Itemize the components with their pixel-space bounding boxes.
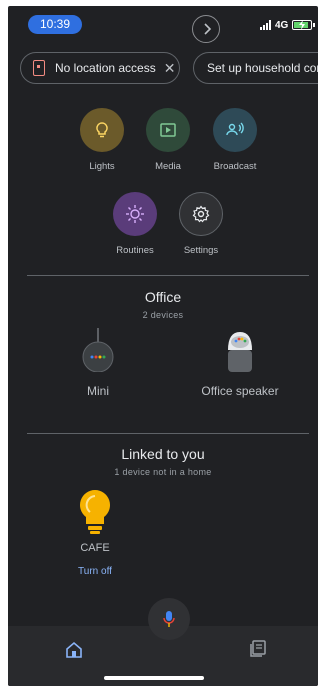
linked-subtitle: 1 device not in a home [114,467,212,477]
section-title-linked: Linked to you [121,446,205,462]
divider [27,433,309,434]
turn-off-button[interactable]: Turn off [70,566,120,577]
microphone-button[interactable] [148,598,190,640]
device-label-cafe: CAFE [80,542,110,554]
settings-label: Settings [183,245,219,256]
status-indicators: 4G [260,18,316,32]
google-home-icon [228,332,252,372]
lightbulb-icon [80,108,124,152]
location-access-chip[interactable]: No location access ✕ [20,52,180,84]
nest-mini-icon [82,328,114,372]
microphone-icon [163,611,175,627]
household-chip-label: Set up household contacts [207,61,318,75]
room-device-count: 2 devices [142,310,184,320]
device-label-office-speaker: Office speaker [201,384,279,398]
feed-tab-icon[interactable] [248,638,268,663]
play-icon [146,108,190,152]
device-mini[interactable]: Mini [68,328,128,402]
gear-icon [179,192,223,236]
phone-alert-icon [33,60,45,76]
device-cafe[interactable]: CAFE [70,488,120,558]
status-bar: 10:39 4G [8,6,318,44]
settings-action[interactable]: Settings [161,192,241,256]
broadcast-icon [213,108,257,152]
bulb-on-icon [80,490,110,534]
status-time: 10:39 [28,15,82,34]
device-label-mini: Mini [86,384,109,398]
routines-icon [113,192,157,236]
home-indicator[interactable] [104,676,204,680]
room-title-office[interactable]: Office [8,289,318,305]
battery-charging-icon [292,20,316,30]
close-icon[interactable]: ✕ [164,60,176,77]
chevron-right-icon[interactable] [192,15,220,43]
divider [27,275,309,276]
broadcast-label: Broadcast [213,161,257,172]
broadcast-action[interactable]: Broadcast [195,108,275,172]
signal-icon [260,20,271,30]
network-type: 4G [275,19,289,31]
home-tab-icon[interactable] [64,640,84,665]
household-contacts-chip[interactable]: Set up household contacts [193,52,318,84]
home-screen: 10:39 4G No location access ✕ Set up hou… [8,6,318,686]
location-chip-label: No location access [55,61,156,75]
device-office-speaker[interactable]: Office speaker [180,328,300,402]
